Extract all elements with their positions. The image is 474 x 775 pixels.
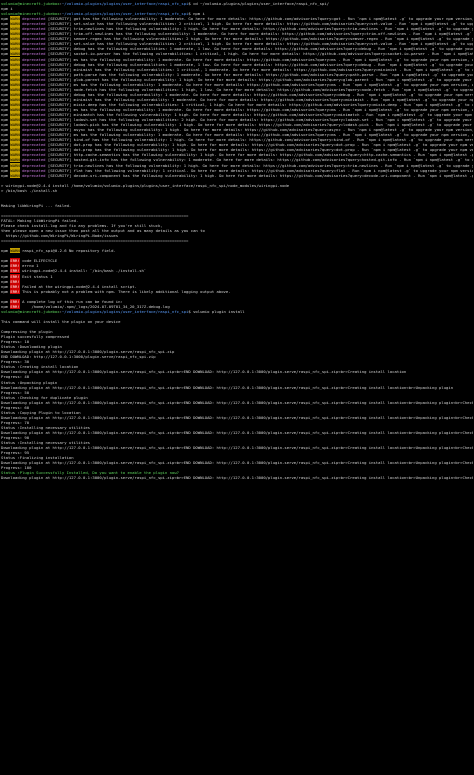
warn-badge: WARN [10, 61, 20, 67]
terminal-line: Downloading plugin at http://127.0.0.1:3… [1, 400, 473, 405]
error-badge: ERR! [10, 273, 20, 279]
prompt-path: ~/volumio-plugins/plugins/user_interface… [61, 308, 189, 314]
error-badge: ERR! [10, 278, 20, 284]
terminal-line: Downloading plugin at http://127.0.0.1:3… [1, 385, 473, 390]
terminal-line: npm WARN deprecated [SECURITY] decode-ur… [1, 172, 473, 178]
warn-badge: WARN [10, 157, 20, 163]
terminal-line: Downloading plugin at http://127.0.0.1:3… [1, 475, 473, 480]
line-text: Downloading plugin at http://127.0.0.1:3… [1, 460, 473, 466]
warn-badge: WARN [10, 76, 20, 82]
line-text: This is probably not a problem with npm.… [19, 288, 231, 294]
line-text: Downloading plugin at http://127.0.0.1:3… [1, 414, 473, 420]
line-text: npm [1, 248, 11, 254]
line-text: npm [1, 172, 11, 178]
terminal-line: Downloading plugin at http://127.0.0.1:3… [1, 460, 473, 465]
warn-badge: WARN [10, 66, 20, 72]
warn-badge: WARN [10, 167, 20, 173]
error-badge: ERR! [10, 288, 20, 294]
line-text: Downloading plugin at http://127.0.0.1:3… [1, 475, 473, 481]
line-text: $ cd ~/volumio-plugins/plugins/user_inte… [188, 1, 329, 6]
terminal-line: Downloading plugin at http://127.0.0.1:3… [1, 369, 473, 374]
warn-badge: WARN [10, 248, 20, 254]
line-text: deprecated [22, 172, 46, 178]
line-text: > /bin/bash ./install.sh [1, 187, 58, 193]
error-badge: ERR! [10, 268, 20, 274]
line-text: Downloading plugin at http://127.0.0.1:3… [1, 399, 473, 405]
line-text: ========================================… [1, 238, 189, 244]
prompt-path: ~/volumio-plugins/plugins/user_interface… [61, 1, 189, 6]
warn-badge: WARN [10, 51, 20, 57]
terminal-line: Downloading plugin at http://127.0.0.1:3… [1, 445, 473, 450]
terminal-line: Downloading plugin at http://127.0.0.1:3… [1, 415, 473, 420]
line-text: This command will install the plugin on … [1, 318, 121, 324]
line-text: Downloading plugin at http://127.0.0.1:3… [1, 369, 407, 375]
warn-badge: WARN [10, 162, 20, 168]
line-text: [SECURITY] decode-uri-component has the … [47, 172, 473, 178]
line-text: Exit status 1 [19, 273, 53, 279]
line-text: Downloading plugin at http://127.0.0.1:3… [1, 429, 473, 435]
terminal-window[interactable]: volumio@minecraft-jukebox:~/volumio-plug… [0, 0, 474, 775]
warn-badge: WARN [10, 56, 20, 62]
terminal-line: Downloading plugin at http://127.0.0.1:3… [1, 430, 473, 435]
warn-badge: WARN [10, 71, 20, 77]
error-badge: ERR! [10, 283, 20, 289]
line-text: Making libWiringPi ... failed. [1, 202, 72, 208]
prompt-user: volumio@minecraft-jukebox [1, 308, 60, 314]
line-text: $ volumio plugin install [188, 308, 245, 314]
warn-badge: WARN [10, 172, 20, 178]
line-text: npm [1, 288, 11, 294]
line-text: raspi_nfc_spi@0.2.6 No repository field. [19, 248, 116, 254]
line-text: Downloading plugin at http://127.0.0.1:3… [1, 384, 454, 390]
line-text: Downloading plugin at http://127.0.0.1:3… [1, 445, 473, 451]
